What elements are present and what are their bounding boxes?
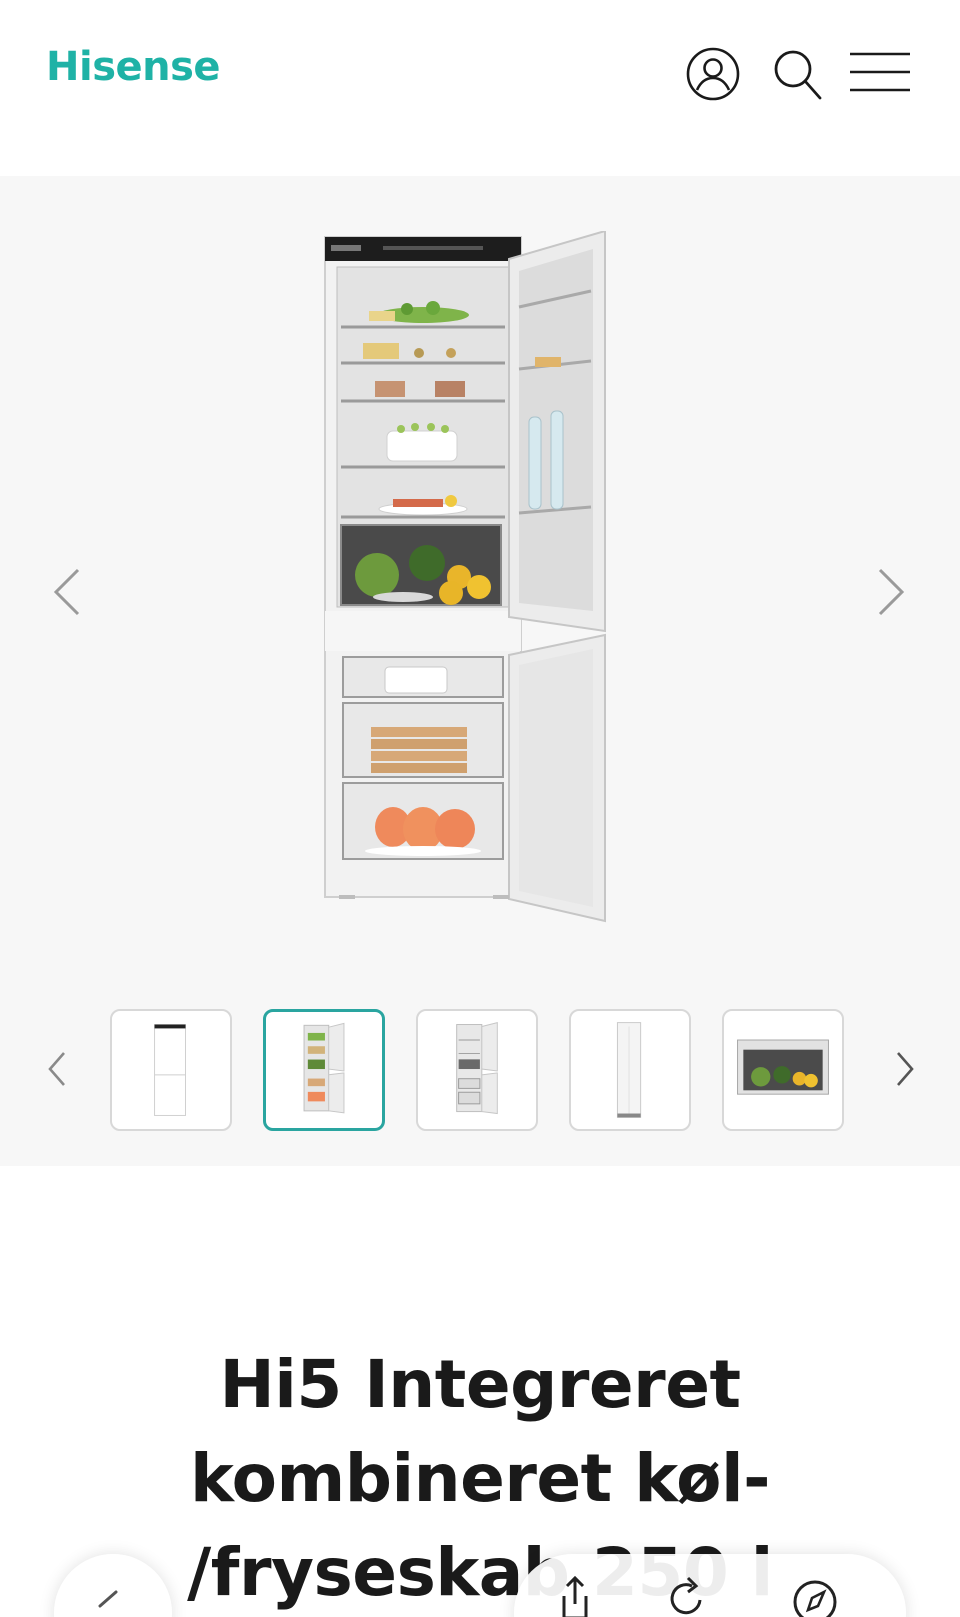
thumbnail-1[interactable]: [110, 1009, 232, 1131]
compass-button[interactable]: [790, 1574, 840, 1617]
browser-back-button[interactable]: [54, 1554, 172, 1617]
gallery-prev-button[interactable]: [46, 562, 90, 622]
chevron-left-icon: [48, 1052, 65, 1086]
product-title-line-2: kombineret køl-: [190, 1440, 771, 1517]
share-icon: [562, 1575, 588, 1617]
chevron-right-icon: [897, 1052, 914, 1086]
reload-icon: [670, 1576, 702, 1615]
site-header: Hisense: [0, 0, 960, 150]
reload-button[interactable]: [662, 1574, 712, 1617]
chevron-left-icon: [53, 568, 80, 616]
browser-toolbar: [0, 1540, 960, 1617]
product-title-line-1: Hi5 Integreret: [219, 1346, 741, 1423]
gallery-next-button[interactable]: [868, 562, 912, 622]
search-icon[interactable]: [770, 46, 826, 102]
thumbnail-prev-button[interactable]: [42, 1045, 74, 1093]
user-circle-icon[interactable]: [685, 46, 741, 102]
compass-icon: [793, 1580, 837, 1617]
thumbnail-next-button[interactable]: [888, 1045, 920, 1093]
product-main-image[interactable]: [323, 231, 633, 949]
hamburger-menu-icon[interactable]: [848, 46, 912, 102]
share-button[interactable]: [550, 1574, 600, 1617]
thumbnail-strip: [0, 1009, 960, 1133]
thumbnail-2[interactable]: [263, 1009, 385, 1131]
browser-actions: [514, 1554, 906, 1617]
thumbnail-5[interactable]: [722, 1009, 844, 1131]
product-gallery: [0, 176, 960, 1166]
thumbnail-3[interactable]: [416, 1009, 538, 1131]
chevron-right-icon: [878, 568, 905, 616]
thumbnail-4[interactable]: [569, 1009, 691, 1131]
back-arrow-icon: [98, 1590, 118, 1608]
hisense-logo[interactable]: Hisense: [46, 44, 221, 90]
